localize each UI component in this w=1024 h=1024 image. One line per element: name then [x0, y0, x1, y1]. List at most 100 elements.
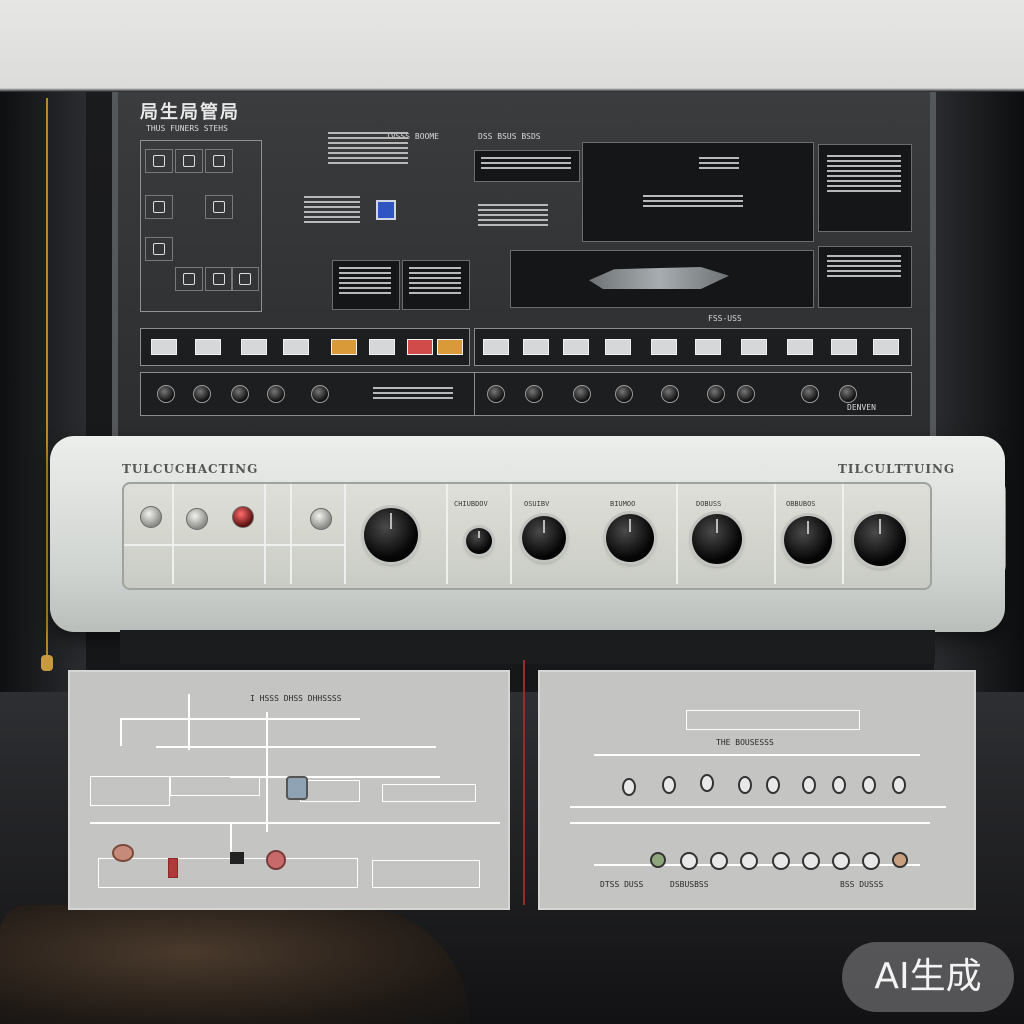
small-knob-unit[interactable]: [466, 528, 492, 554]
small-knob-8[interactable]: [573, 385, 591, 403]
main-knob-6[interactable]: [854, 514, 906, 566]
strip-button-14[interactable]: [695, 339, 721, 355]
readout-block-1: [328, 132, 408, 167]
toggle-switch-4[interactable]: [310, 508, 332, 530]
right-screen-header-block: [686, 710, 860, 730]
small-knob-5[interactable]: [311, 385, 329, 403]
gold-cable: [46, 98, 48, 668]
knob-label-4: DOBUSS: [696, 500, 722, 508]
readout-panel-1: [332, 260, 400, 310]
diagram-marker-dark: [230, 852, 244, 864]
small-knob-13[interactable]: [801, 385, 819, 403]
small-knob-3[interactable]: [231, 385, 249, 403]
knob-label-3: BIUMOO: [610, 500, 636, 508]
grid-toggle-6[interactable]: [145, 237, 173, 261]
small-knob-12[interactable]: [737, 385, 755, 403]
strip-button-2[interactable]: [195, 339, 221, 355]
diagram-block-3: [300, 780, 360, 802]
signal-node-2: [662, 776, 676, 794]
unit-brand-left: TULCUCHACTING: [122, 462, 259, 476]
output-node-6: [802, 852, 820, 870]
background-wood-surface: [0, 905, 470, 1024]
strip-button-10[interactable]: [523, 339, 549, 355]
strip-button-8[interactable]: [437, 339, 463, 355]
monitor-label-1: THUS FUNERS STEHS: [146, 124, 228, 133]
button-strip-right: [474, 328, 912, 366]
strip-button-3[interactable]: [241, 339, 267, 355]
small-knob-14[interactable]: [839, 385, 857, 403]
signal-node-9: [892, 776, 906, 794]
knob-label-5: OBBUBOS: [786, 500, 816, 508]
strip-button-16[interactable]: [787, 339, 813, 355]
main-knob-1[interactable]: [364, 508, 418, 562]
monitor-title: 局生局管局: [140, 102, 240, 123]
output-node-9: [892, 852, 908, 868]
button-strip-left: [140, 328, 470, 366]
strip-button-11[interactable]: [563, 339, 589, 355]
control-grid: [140, 140, 262, 312]
small-knob-7[interactable]: [525, 385, 543, 403]
right-footer-label-1: DTSS DUSS: [600, 880, 644, 889]
unit-control-face: CHIUBDOV OSUIBV BIUMOO DOBUSS OBBUBOS: [122, 482, 932, 590]
right-diagram-screen: THE BOUSESSS DTSS DUSS DSBUSBSS BSS DUSS…: [538, 670, 976, 910]
strip-button-17[interactable]: [831, 339, 857, 355]
strip-button-18[interactable]: [873, 339, 899, 355]
main-knob-3[interactable]: [606, 514, 654, 562]
waveform-panel: [582, 142, 814, 242]
main-knob-2[interactable]: [522, 516, 566, 560]
toggle-switch-2[interactable]: [186, 508, 208, 530]
hardware-unit: TULCUCHACTING TILCULTTUING CHIUBDOV OSUI…: [50, 436, 1005, 632]
small-knob-6[interactable]: [487, 385, 505, 403]
main-knob-4[interactable]: [692, 514, 742, 564]
readout-block-2: [304, 196, 360, 226]
output-node-4: [740, 852, 758, 870]
grid-toggle-3[interactable]: [205, 149, 233, 173]
selected-indicator[interactable]: [376, 200, 396, 220]
small-knob-4[interactable]: [267, 385, 285, 403]
main-knob-5[interactable]: [784, 516, 832, 564]
small-knob-1[interactable]: [157, 385, 175, 403]
strip-button-13[interactable]: [651, 339, 677, 355]
output-node-8: [862, 852, 880, 870]
diagram-node-device: [286, 776, 308, 800]
diagram-block-4: [382, 784, 476, 802]
unit-brand-right: TILCULTTUING: [838, 462, 956, 476]
small-knob-9[interactable]: [615, 385, 633, 403]
knob-label-1: CHIUBDOV: [454, 500, 488, 508]
strip-button-12[interactable]: [605, 339, 631, 355]
strip-button-7[interactable]: [407, 339, 433, 355]
small-knob-11[interactable]: [707, 385, 725, 403]
grid-toggle-1[interactable]: [145, 149, 173, 173]
output-node-3: [710, 852, 728, 870]
knob-label-2: OSUIBV: [524, 500, 550, 508]
small-knob-10[interactable]: [661, 385, 679, 403]
strip-button-9[interactable]: [483, 339, 509, 355]
output-node-5: [772, 852, 790, 870]
strip-button-6[interactable]: [369, 339, 395, 355]
toggle-switch-1[interactable]: [140, 506, 162, 528]
grid-toggle-7[interactable]: [175, 267, 203, 291]
grid-toggle-5[interactable]: [205, 195, 233, 219]
strip-button-4[interactable]: [283, 339, 309, 355]
readout-panel-2: [402, 260, 470, 310]
grid-toggle-4[interactable]: [145, 195, 173, 219]
right-footer-label-2: DSBUSBSS: [670, 880, 709, 889]
unit-base: [120, 630, 935, 664]
strip-button-5[interactable]: [331, 339, 357, 355]
status-bar-panel: [474, 150, 580, 182]
strip-button-1[interactable]: [151, 339, 177, 355]
output-node-2: [680, 852, 698, 870]
grid-toggle-8[interactable]: [205, 267, 233, 291]
diagram-block-5: [98, 858, 358, 888]
strip-button-15[interactable]: [741, 339, 767, 355]
toggle-switch-3[interactable]: [232, 506, 254, 528]
grid-toggle-9[interactable]: [231, 267, 259, 291]
red-wire: [523, 660, 525, 905]
signal-node-6: [802, 776, 816, 794]
monitor-label-5: DENVEN: [847, 403, 876, 412]
small-knob-2[interactable]: [193, 385, 211, 403]
signal-panel: [510, 250, 814, 308]
signal-node-5: [766, 776, 780, 794]
right-screen-title: THE BOUSESSS: [716, 738, 774, 747]
grid-toggle-2[interactable]: [175, 149, 203, 173]
